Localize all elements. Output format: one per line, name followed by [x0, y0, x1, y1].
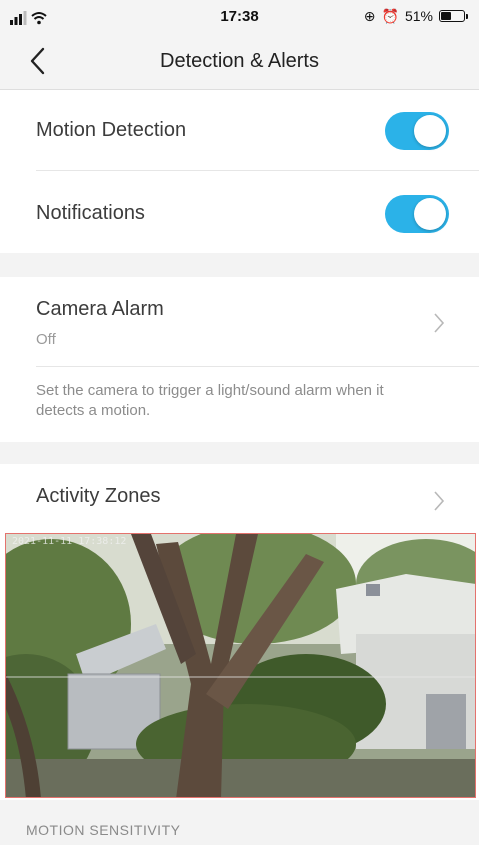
camera-feed-image: [6, 534, 475, 797]
notifications-row: Notifications: [0, 171, 479, 253]
activity-zones-row[interactable]: Activity Zones: [0, 464, 479, 532]
activity-zone-camera-preview[interactable]: 2021-11-11 17:38:12: [5, 533, 476, 798]
navigation-bar: Detection & Alerts: [0, 32, 479, 90]
status-bar: 17:38 ⊕ ⏰ 51%: [0, 0, 479, 32]
camera-alarm-label: Camera Alarm: [36, 298, 164, 320]
section-gap: [0, 442, 479, 464]
divider: [36, 366, 479, 367]
orientation-lock-icon: ⊕: [363, 7, 376, 24]
battery-icon: [439, 10, 468, 22]
motion-detection-toggle[interactable]: [385, 112, 449, 150]
camera-alarm-value: Off: [36, 331, 56, 348]
status-right: ⊕ ⏰ 51%: [363, 7, 468, 24]
section-gap: [0, 253, 479, 277]
notifications-toggle[interactable]: [385, 195, 449, 233]
alarm-clock-icon: ⏰: [381, 7, 399, 24]
motion-sensitivity-label: MOTION SENSITIVITY: [26, 822, 181, 838]
chevron-right-icon: [434, 313, 445, 333]
motion-detection-label: Motion Detection: [36, 119, 187, 141]
battery-percent: 51%: [404, 8, 433, 24]
camera-alarm-description: Set the camera to trigger a light/sound …: [36, 382, 384, 419]
camera-timestamp-overlay: 2021-11-11 17:38:12: [12, 536, 127, 547]
motion-sensitivity-header: MOTION SENSITIVITY: [0, 800, 479, 845]
camera-alarm-row[interactable]: Camera Alarm Off Set the camera to trigg…: [0, 277, 479, 442]
notifications-label: Notifications: [36, 202, 145, 224]
motion-detection-row: Motion Detection: [0, 91, 479, 171]
chevron-right-icon: [434, 491, 445, 511]
activity-zones-label: Activity Zones: [36, 485, 161, 507]
page-title: Detection & Alerts: [160, 50, 319, 72]
